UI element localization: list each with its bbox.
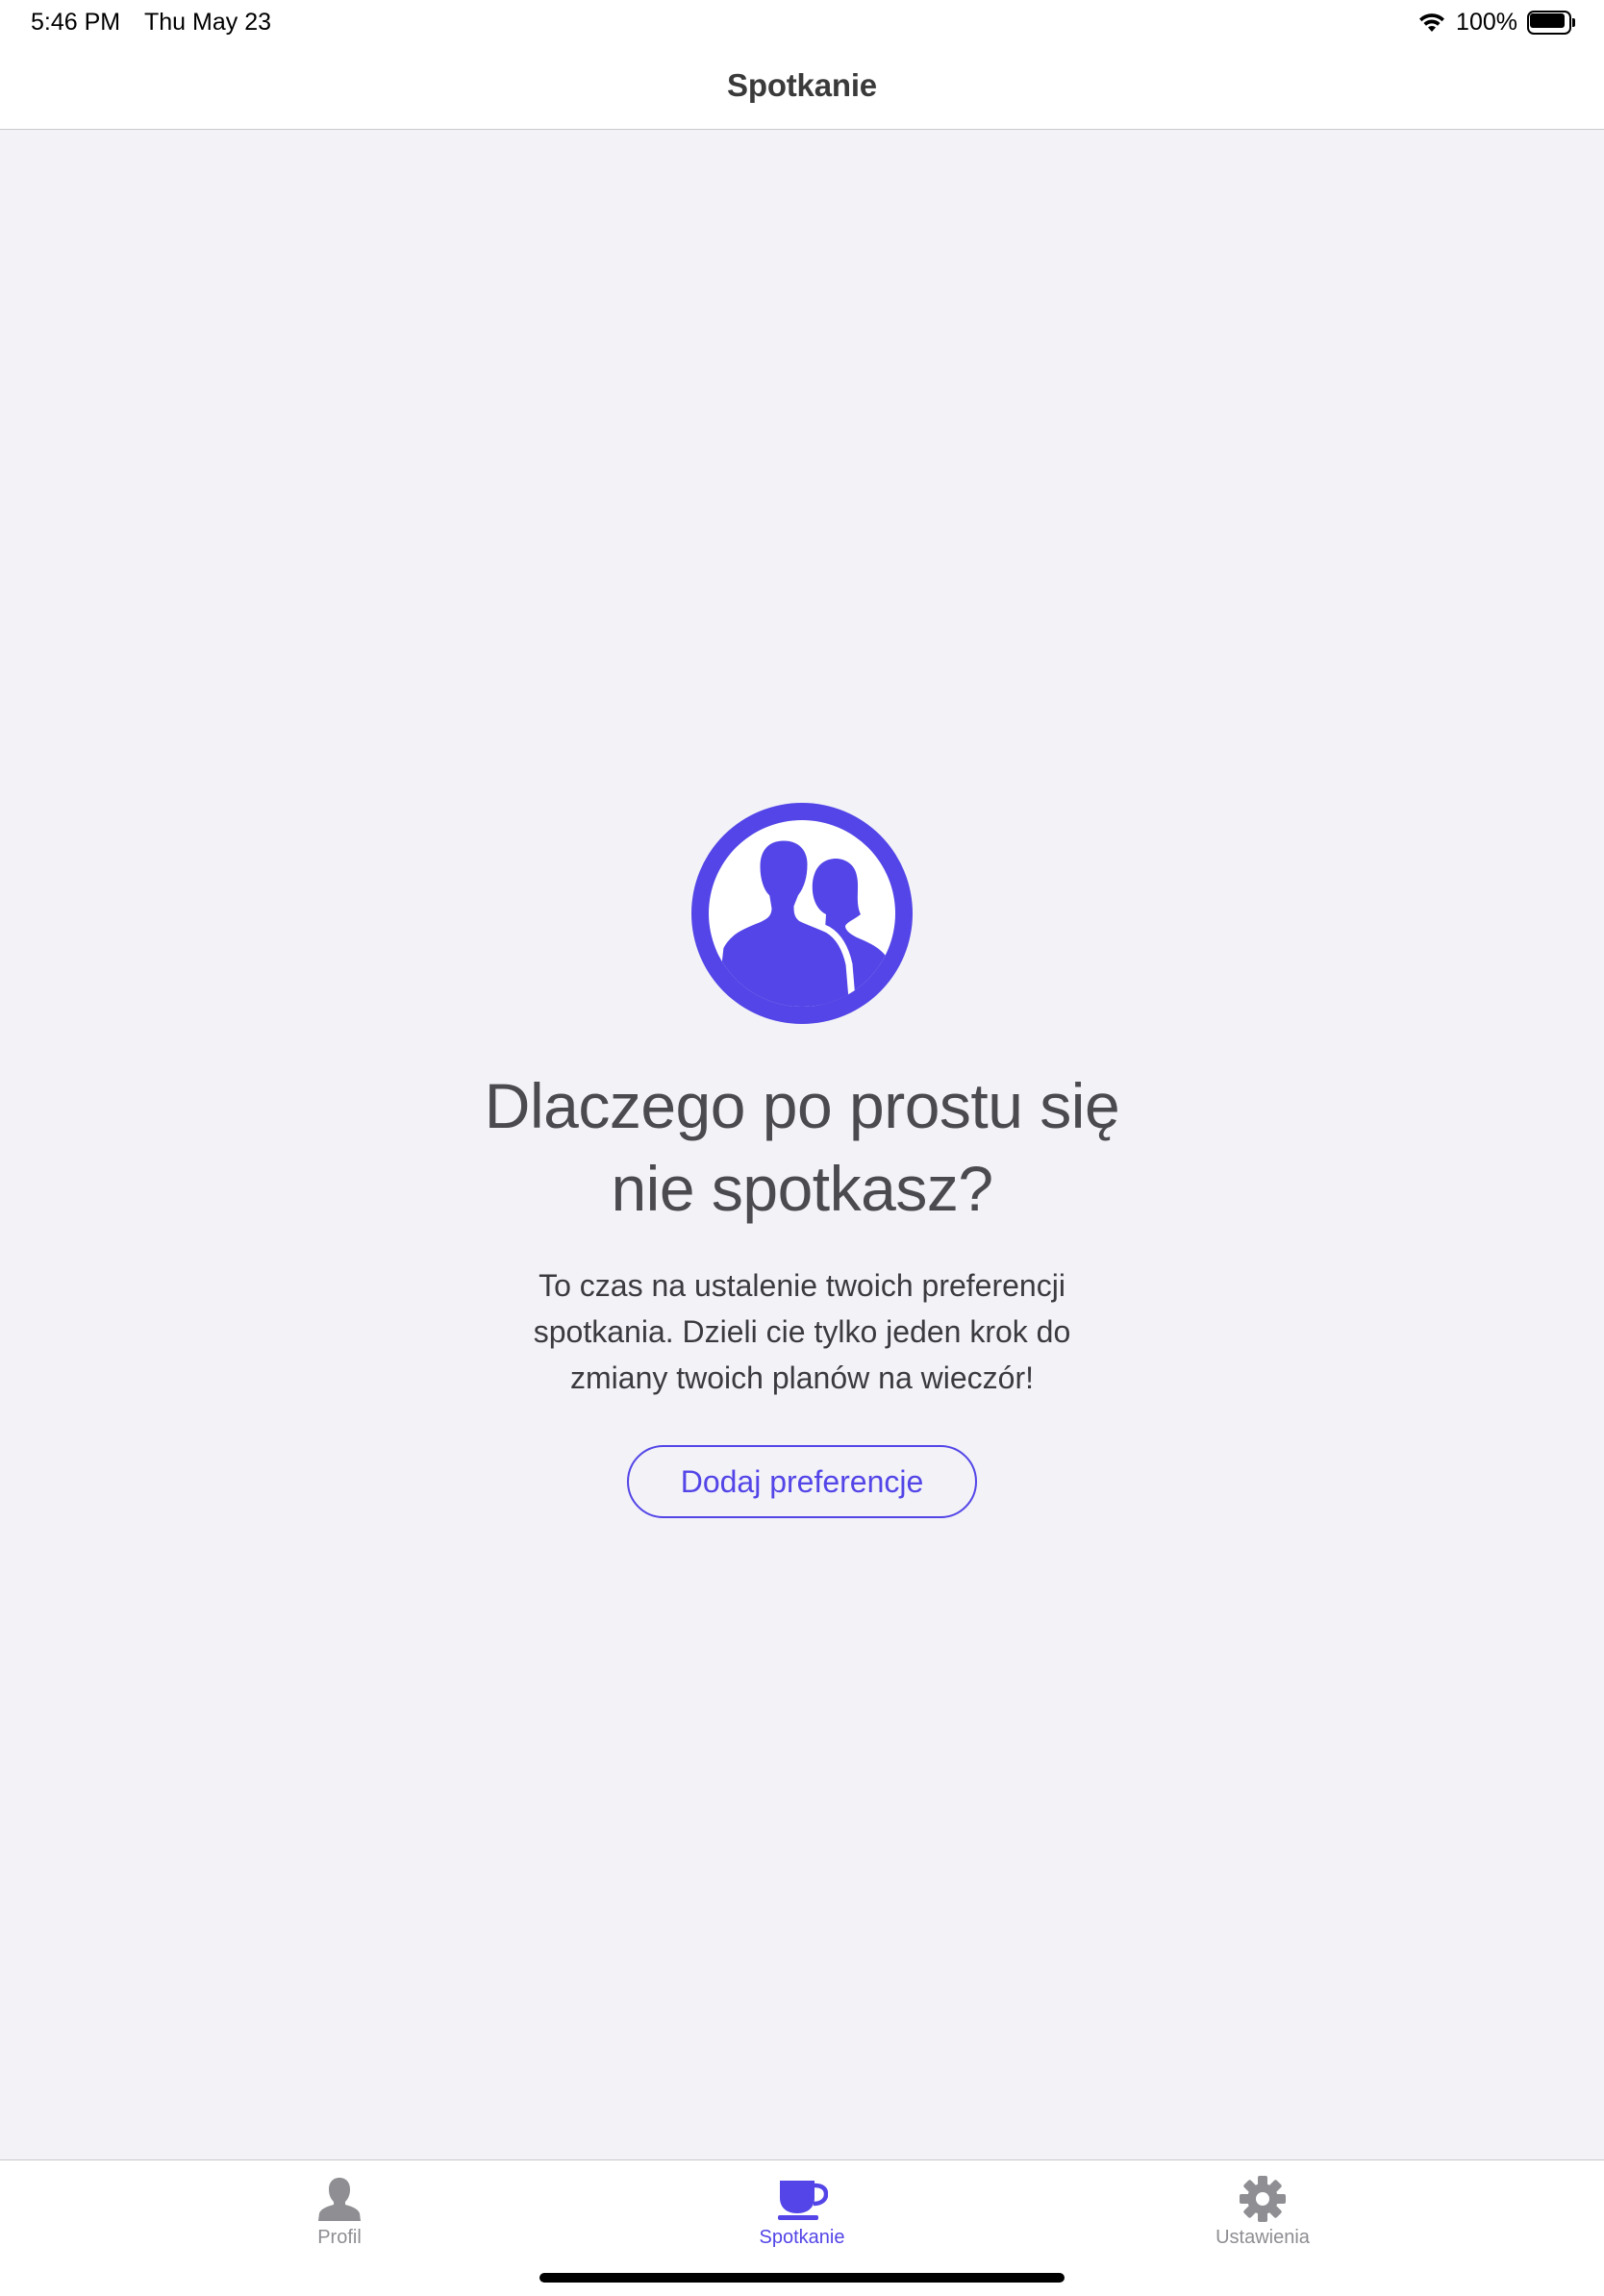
wifi-icon (1417, 11, 1446, 34)
battery-icon (1527, 10, 1575, 35)
page-title: Spotkanie (727, 67, 877, 103)
tab-label-profil: Profil (317, 2227, 362, 2248)
person-icon (313, 2174, 366, 2224)
empty-state: Dlaczego po prostu się nie spotkasz? To … (0, 803, 1604, 1518)
empty-state-description: To czas na ustalenie twoich preferencji … (533, 1268, 1071, 1395)
navigation-bar: Spotkanie (0, 42, 1604, 130)
status-bar: 5:46 PM Thu May 23 100% (0, 0, 1604, 42)
tab-label-spotkanie: Spotkanie (759, 2227, 845, 2248)
coffee-cup-icon (775, 2174, 829, 2224)
battery-level-fill (1530, 12, 1565, 28)
tab-spotkanie[interactable]: Spotkanie (658, 2160, 946, 2257)
status-date: Thu May 23 (144, 9, 272, 36)
empty-state-headline: Dlaczego po prostu się nie spotkasz? (484, 1070, 1120, 1224)
tab-profil[interactable]: Profil (195, 2160, 484, 2257)
status-indicators: 100% (1417, 8, 1575, 37)
status-time: 5:46 PM (31, 9, 121, 36)
battery-percentage: 100% (1456, 8, 1517, 36)
home-indicator[interactable] (539, 2273, 1065, 2283)
app-screen: 5:46 PM Thu May 23 100% Spotkanie Dlacze… (0, 0, 1604, 2296)
add-preferences-button[interactable]: Dodaj preferencje (627, 1445, 977, 1518)
gear-icon (1236, 2174, 1290, 2224)
people-icon (691, 803, 913, 1024)
tab-ustawienia[interactable]: Ustawienia (1118, 2160, 1407, 2257)
tab-label-ustawienia: Ustawienia (1216, 2227, 1310, 2248)
